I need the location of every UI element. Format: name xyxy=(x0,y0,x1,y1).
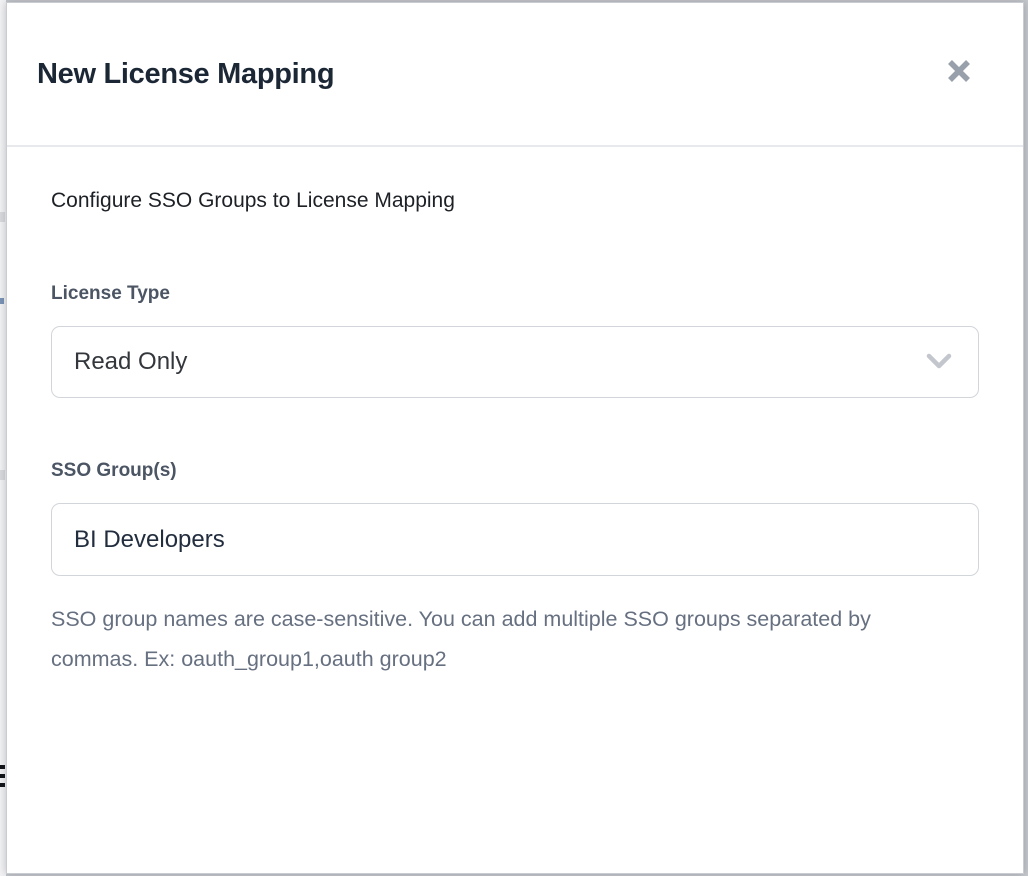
dialog-title: New License Mapping xyxy=(37,58,334,91)
close-icon xyxy=(944,56,974,86)
background-page-fragment xyxy=(0,470,5,480)
dialog-subtitle: Configure SSO Groups to License Mapping xyxy=(51,189,973,213)
sso-groups-help-text: SSO group names are case-sensitive. You … xyxy=(51,599,901,679)
license-type-label: License Type xyxy=(51,283,973,305)
background-page-fragment xyxy=(0,212,5,222)
background-page-fragment xyxy=(0,298,4,304)
dialog-header: New License Mapping xyxy=(7,3,1023,147)
license-type-field: License Type Read Only xyxy=(51,283,973,398)
chevron-down-icon xyxy=(926,353,952,371)
new-license-mapping-dialog: New License Mapping Configure SSO Groups… xyxy=(6,2,1024,874)
sso-groups-label: SSO Group(s) xyxy=(51,460,973,482)
sso-groups-input[interactable] xyxy=(51,503,979,576)
background-menu-fragment xyxy=(0,774,5,778)
background-menu-fragment xyxy=(0,783,5,787)
close-button[interactable] xyxy=(939,51,979,91)
license-type-selected-value: Read Only xyxy=(74,348,187,376)
dialog-body: Configure SSO Groups to License Mapping … xyxy=(7,147,1023,679)
sso-groups-field: SSO Group(s) SSO group names are case-se… xyxy=(51,460,973,679)
background-menu-fragment xyxy=(0,765,5,769)
license-type-select[interactable]: Read Only xyxy=(51,326,979,398)
